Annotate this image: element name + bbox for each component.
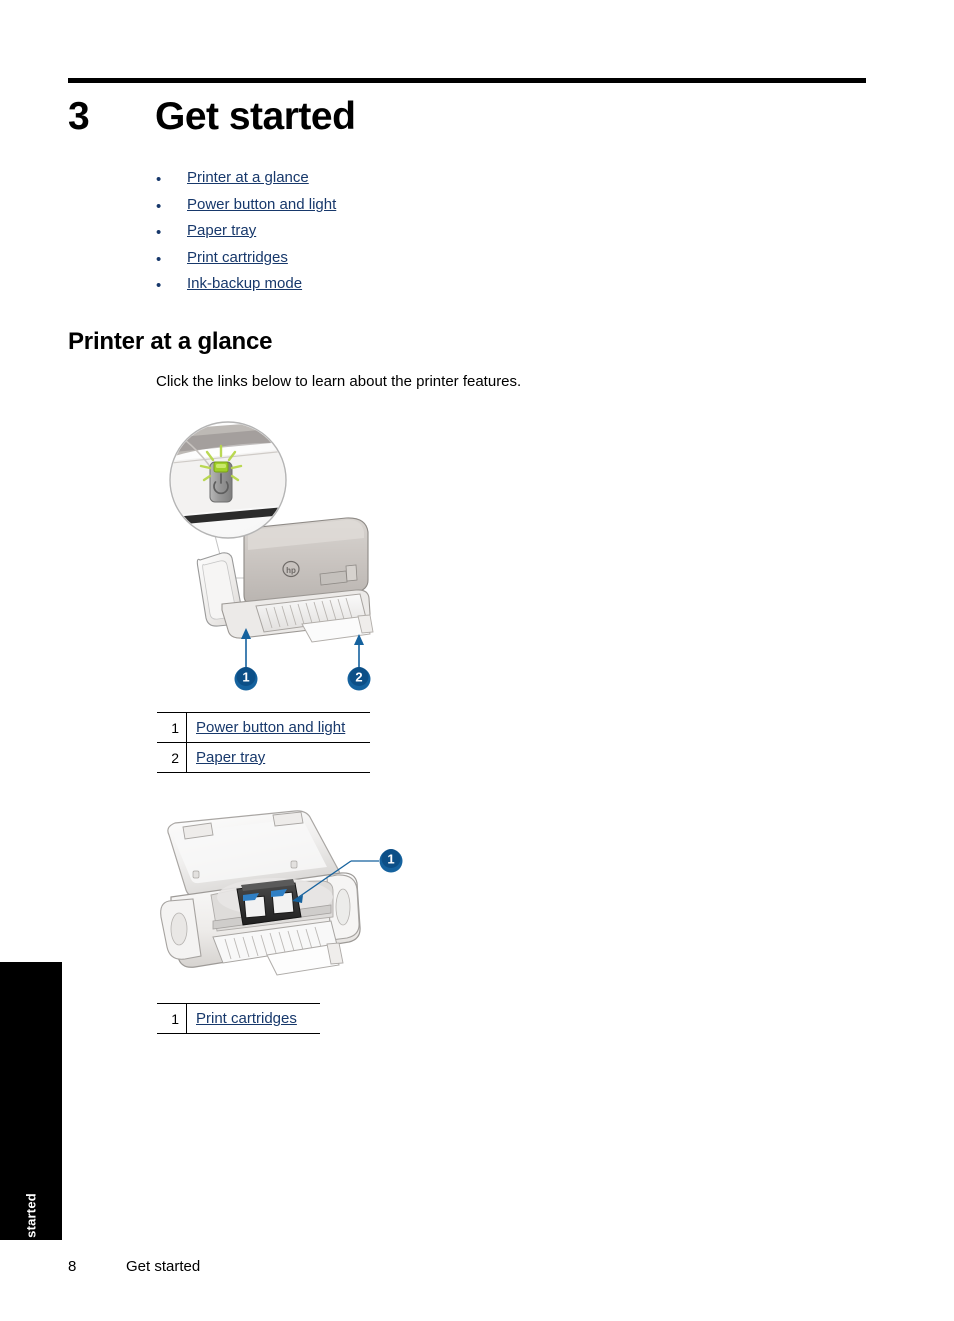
chapter-rule xyxy=(68,78,866,83)
list-item[interactable]: • Paper tray xyxy=(156,221,576,248)
table-row: 2 Paper tray xyxy=(157,742,370,773)
section-heading: Printer at a glance xyxy=(68,328,273,355)
legend-label-cell: Paper tray xyxy=(186,743,370,772)
chapter-side-tab-label: Get started xyxy=(23,1193,39,1264)
svg-text:2: 2 xyxy=(355,670,362,685)
legend-label-cell: Print cartridges xyxy=(186,1004,320,1033)
figure-printer-cover-open: 1 xyxy=(155,805,410,995)
toc-link-paper-tray[interactable]: Paper tray xyxy=(187,221,256,241)
legend-number: 1 xyxy=(171,719,179,736)
legend-link-paper-tray[interactable]: Paper tray xyxy=(196,749,265,766)
print-cartridge-carriage xyxy=(236,879,302,926)
chapter-side-tab: Get started xyxy=(0,962,62,1264)
chapter-number: 3 xyxy=(68,95,90,138)
list-item[interactable]: • Ink-backup mode xyxy=(156,274,576,301)
toc-link-print-cartridges[interactable]: Print cartridges xyxy=(187,248,288,268)
figure-printer-front-view: hp 1 2 xyxy=(160,418,400,698)
svg-text:1: 1 xyxy=(387,852,394,867)
svg-text:1: 1 xyxy=(242,670,249,685)
legend-link-print-cartridges[interactable]: Print cartridges xyxy=(196,1010,297,1027)
figure-1-legend-table: 1 Power button and light 2 Paper tray xyxy=(157,712,370,773)
bullet-icon: • xyxy=(156,250,162,268)
table-row: 1 Print cartridges xyxy=(157,1003,320,1034)
legend-label-cell: Power button and light xyxy=(186,713,370,742)
list-item[interactable]: • Power button and light xyxy=(156,195,576,222)
svg-text:hp: hp xyxy=(286,566,296,575)
chapter-header: 3 Get started xyxy=(68,92,868,148)
section-intro-text: Click the links below to learn about the… xyxy=(156,373,522,390)
toc-link-ink-backup-mode[interactable]: Ink-backup mode xyxy=(187,274,302,294)
callout-badge-2: 2 xyxy=(347,667,371,691)
legend-number: 2 xyxy=(171,749,179,766)
callout-badge-1: 1 xyxy=(234,667,258,691)
legend-link-power-button-and-light[interactable]: Power button and light xyxy=(196,719,345,736)
toc-link-power-button-and-light[interactable]: Power button and light xyxy=(187,195,336,215)
toc-link-printer-at-a-glance[interactable]: Printer at a glance xyxy=(187,168,309,188)
list-item[interactable]: • Printer at a glance xyxy=(156,168,576,195)
chapter-title: Get started xyxy=(155,95,356,138)
table-row: 1 Power button and light xyxy=(157,712,370,742)
footer-chapter-label: Get started xyxy=(126,1258,201,1275)
bullet-icon: • xyxy=(156,197,162,215)
legend-number: 1 xyxy=(171,1010,179,1027)
footer-page-number: 8 xyxy=(68,1258,77,1275)
bullet-icon: • xyxy=(156,171,162,188)
figure-2-legend-table: 1 Print cartridges xyxy=(157,1003,320,1034)
bullet-icon: • xyxy=(156,277,162,294)
document-page: 3 Get started • Printer at a glance • Po… xyxy=(0,0,954,1321)
chapter-toc-list: • Printer at a glance • Power button and… xyxy=(156,168,576,301)
list-item[interactable]: • Print cartridges xyxy=(156,248,576,275)
bullet-icon: • xyxy=(156,224,162,241)
callout-badge-1: 1 xyxy=(379,849,403,873)
